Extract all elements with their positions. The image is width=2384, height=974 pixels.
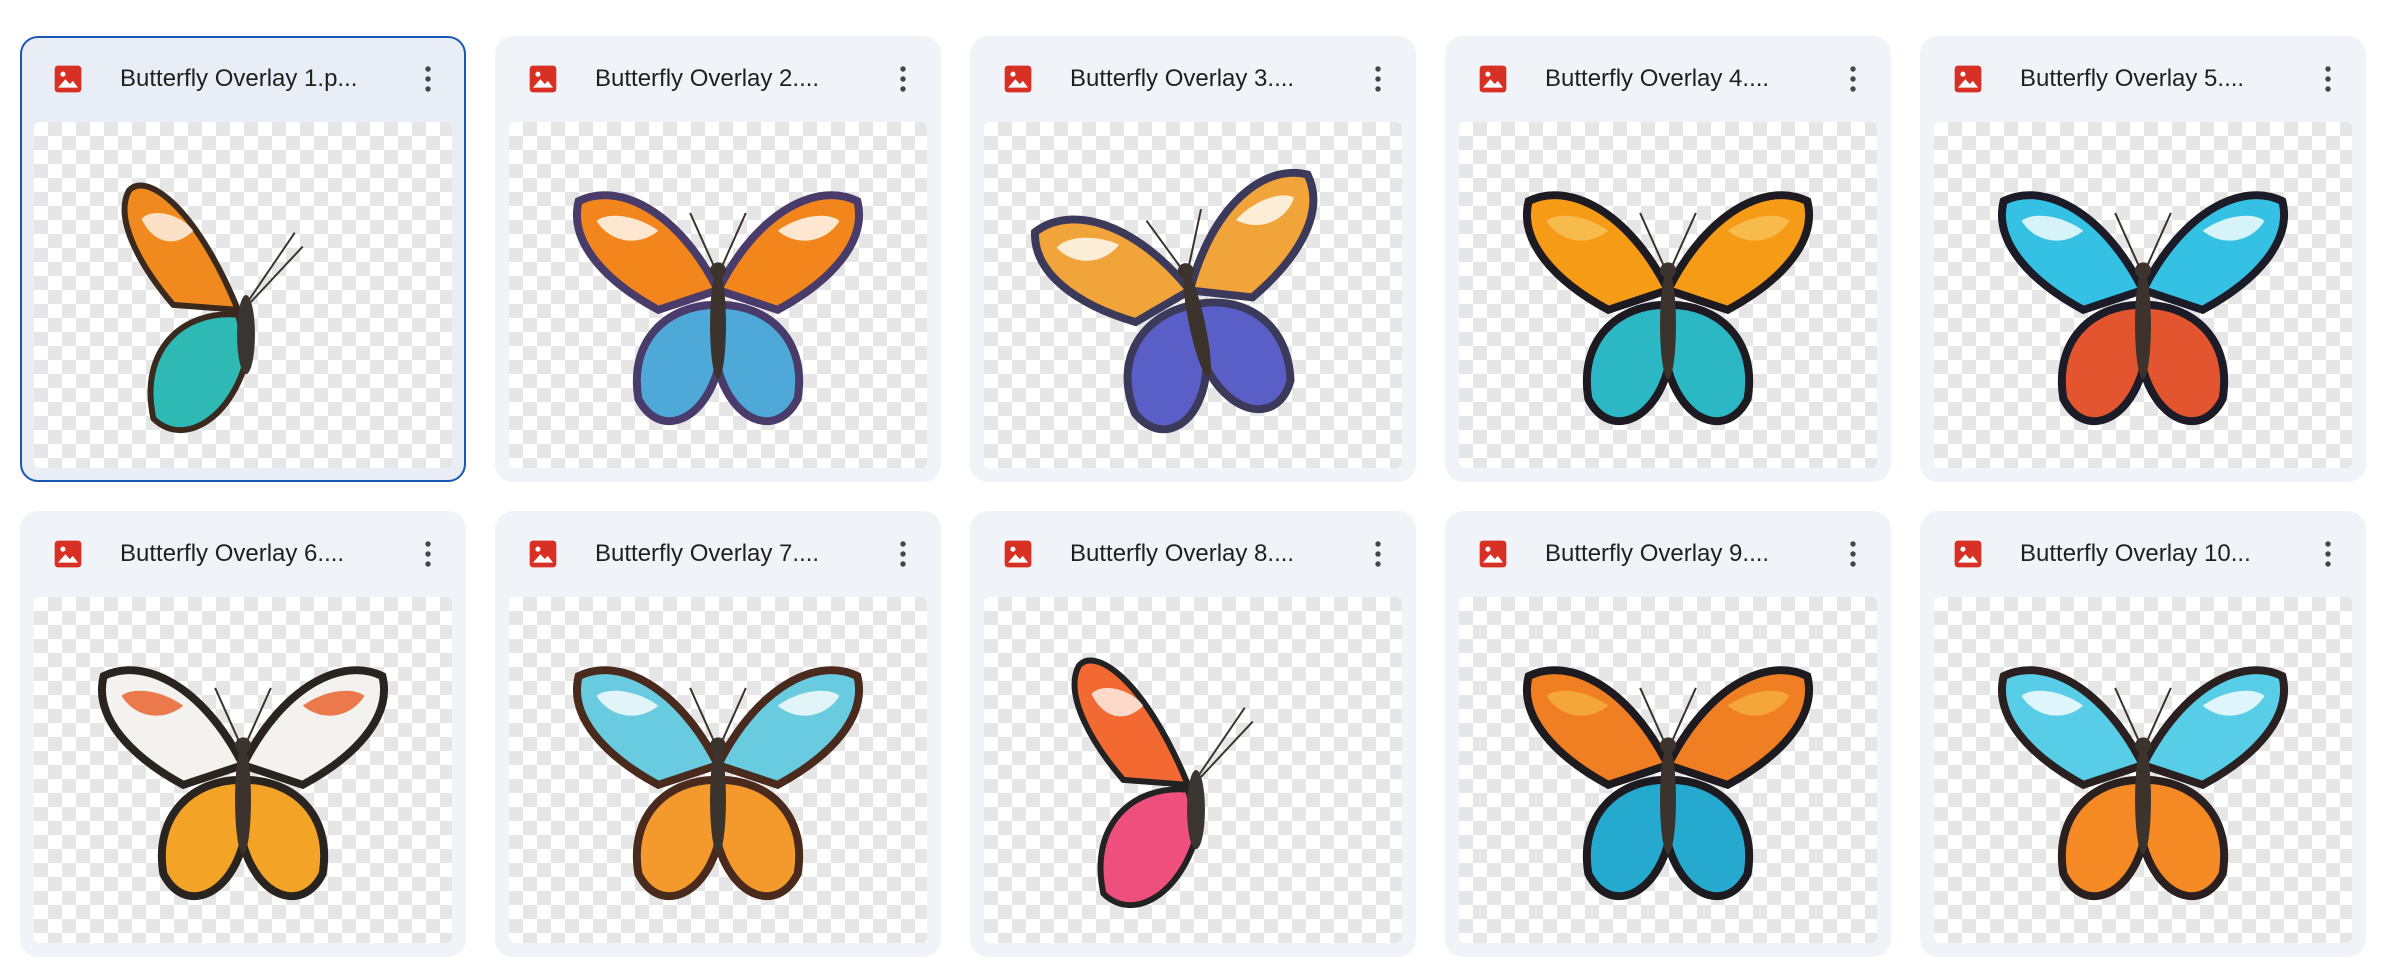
butterfly-image xyxy=(1071,657,1254,908)
image-thumbnail[interactable] xyxy=(1459,122,1877,468)
image-file-icon xyxy=(1477,63,1509,95)
more-options-button[interactable] xyxy=(1831,532,1875,576)
image-thumbnail[interactable] xyxy=(984,597,1402,943)
file-name: Butterfly Overlay 8.... xyxy=(1070,540,1295,567)
more-vert-icon xyxy=(1850,66,1856,92)
file-card-4[interactable]: Butterfly Overlay 4.... xyxy=(1445,36,1891,482)
more-vert-icon xyxy=(425,541,431,567)
more-vert-icon xyxy=(1375,66,1381,92)
file-card-2[interactable]: Butterfly Overlay 2.... xyxy=(495,36,941,482)
image-thumbnail[interactable] xyxy=(984,122,1402,468)
more-options-button[interactable] xyxy=(406,532,450,576)
image-file-icon xyxy=(1002,538,1034,570)
more-vert-icon xyxy=(1850,541,1856,567)
more-options-button[interactable] xyxy=(1356,57,1400,101)
file-card-3[interactable]: Butterfly Overlay 3.... xyxy=(970,36,1416,482)
file-card-header: Butterfly Overlay 10... xyxy=(1922,513,2364,595)
image-file-icon xyxy=(1002,63,1034,95)
file-card-header: Butterfly Overlay 3.... xyxy=(972,38,1414,120)
butterfly-image xyxy=(98,666,388,901)
file-name: Butterfly Overlay 7.... xyxy=(595,540,820,567)
file-card-header: Butterfly Overlay 8.... xyxy=(972,513,1414,595)
image-thumbnail[interactable] xyxy=(34,122,452,468)
more-options-button[interactable] xyxy=(2306,57,2350,101)
more-options-button[interactable] xyxy=(1356,532,1400,576)
more-vert-icon xyxy=(1375,541,1381,567)
butterfly-image xyxy=(121,182,304,433)
file-card-header: Butterfly Overlay 1.p... xyxy=(22,38,464,120)
more-options-button[interactable] xyxy=(406,57,450,101)
file-name: Butterfly Overlay 9.... xyxy=(1545,540,1770,567)
file-name: Butterfly Overlay 1.p... xyxy=(120,65,358,92)
image-thumbnail[interactable] xyxy=(34,597,452,943)
file-name: Butterfly Overlay 10... xyxy=(2020,540,2251,567)
more-vert-icon xyxy=(900,541,906,567)
file-card-header: Butterfly Overlay 4.... xyxy=(1447,38,1889,120)
file-name: Butterfly Overlay 2.... xyxy=(595,65,820,92)
image-file-icon xyxy=(527,63,559,95)
file-card-5[interactable]: Butterfly Overlay 5.... xyxy=(1920,36,2366,482)
image-thumbnail[interactable] xyxy=(1934,122,2352,468)
image-thumbnail[interactable] xyxy=(1459,597,1877,943)
file-name: Butterfly Overlay 4.... xyxy=(1545,65,1770,92)
more-vert-icon xyxy=(2325,66,2331,92)
file-card-6[interactable]: Butterfly Overlay 6.... xyxy=(20,511,466,957)
file-name: Butterfly Overlay 3.... xyxy=(1070,65,1295,92)
butterfly-image xyxy=(1523,666,1813,901)
image-thumbnail[interactable] xyxy=(509,597,927,943)
image-thumbnail[interactable] xyxy=(1934,597,2352,943)
more-vert-icon xyxy=(900,66,906,92)
file-card-header: Butterfly Overlay 2.... xyxy=(497,38,939,120)
file-card-header: Butterfly Overlay 6.... xyxy=(22,513,464,595)
more-options-button[interactable] xyxy=(881,57,925,101)
file-card-header: Butterfly Overlay 5.... xyxy=(1922,38,2364,120)
more-options-button[interactable] xyxy=(881,532,925,576)
image-file-icon xyxy=(52,63,84,95)
file-card-10[interactable]: Butterfly Overlay 10... xyxy=(1920,511,2366,957)
file-card-9[interactable]: Butterfly Overlay 9.... xyxy=(1445,511,1891,957)
image-file-icon xyxy=(527,538,559,570)
image-file-icon xyxy=(1952,538,1984,570)
file-card-8[interactable]: Butterfly Overlay 8.... xyxy=(970,511,1416,957)
butterfly-image xyxy=(1998,666,2288,901)
file-card-header: Butterfly Overlay 7.... xyxy=(497,513,939,595)
image-file-icon xyxy=(1477,538,1509,570)
butterfly-image xyxy=(1998,191,2288,426)
file-card-header: Butterfly Overlay 9.... xyxy=(1447,513,1889,595)
image-file-icon xyxy=(1952,63,1984,95)
image-thumbnail[interactable] xyxy=(509,122,927,468)
file-name: Butterfly Overlay 6.... xyxy=(120,540,345,567)
file-card-7[interactable]: Butterfly Overlay 7.... xyxy=(495,511,941,957)
more-options-button[interactable] xyxy=(1831,57,1875,101)
file-name: Butterfly Overlay 5.... xyxy=(2020,65,2245,92)
butterfly-image xyxy=(1031,168,1318,434)
image-file-icon xyxy=(52,538,84,570)
butterfly-image xyxy=(1523,191,1813,426)
butterfly-image xyxy=(573,666,863,901)
more-options-button[interactable] xyxy=(2306,532,2350,576)
more-vert-icon xyxy=(425,66,431,92)
more-vert-icon xyxy=(2325,541,2331,567)
file-grid: Butterfly Overlay 1.p... Butterfly Overl… xyxy=(20,36,2366,957)
butterfly-image xyxy=(573,191,863,426)
file-card-1[interactable]: Butterfly Overlay 1.p... xyxy=(20,36,466,482)
